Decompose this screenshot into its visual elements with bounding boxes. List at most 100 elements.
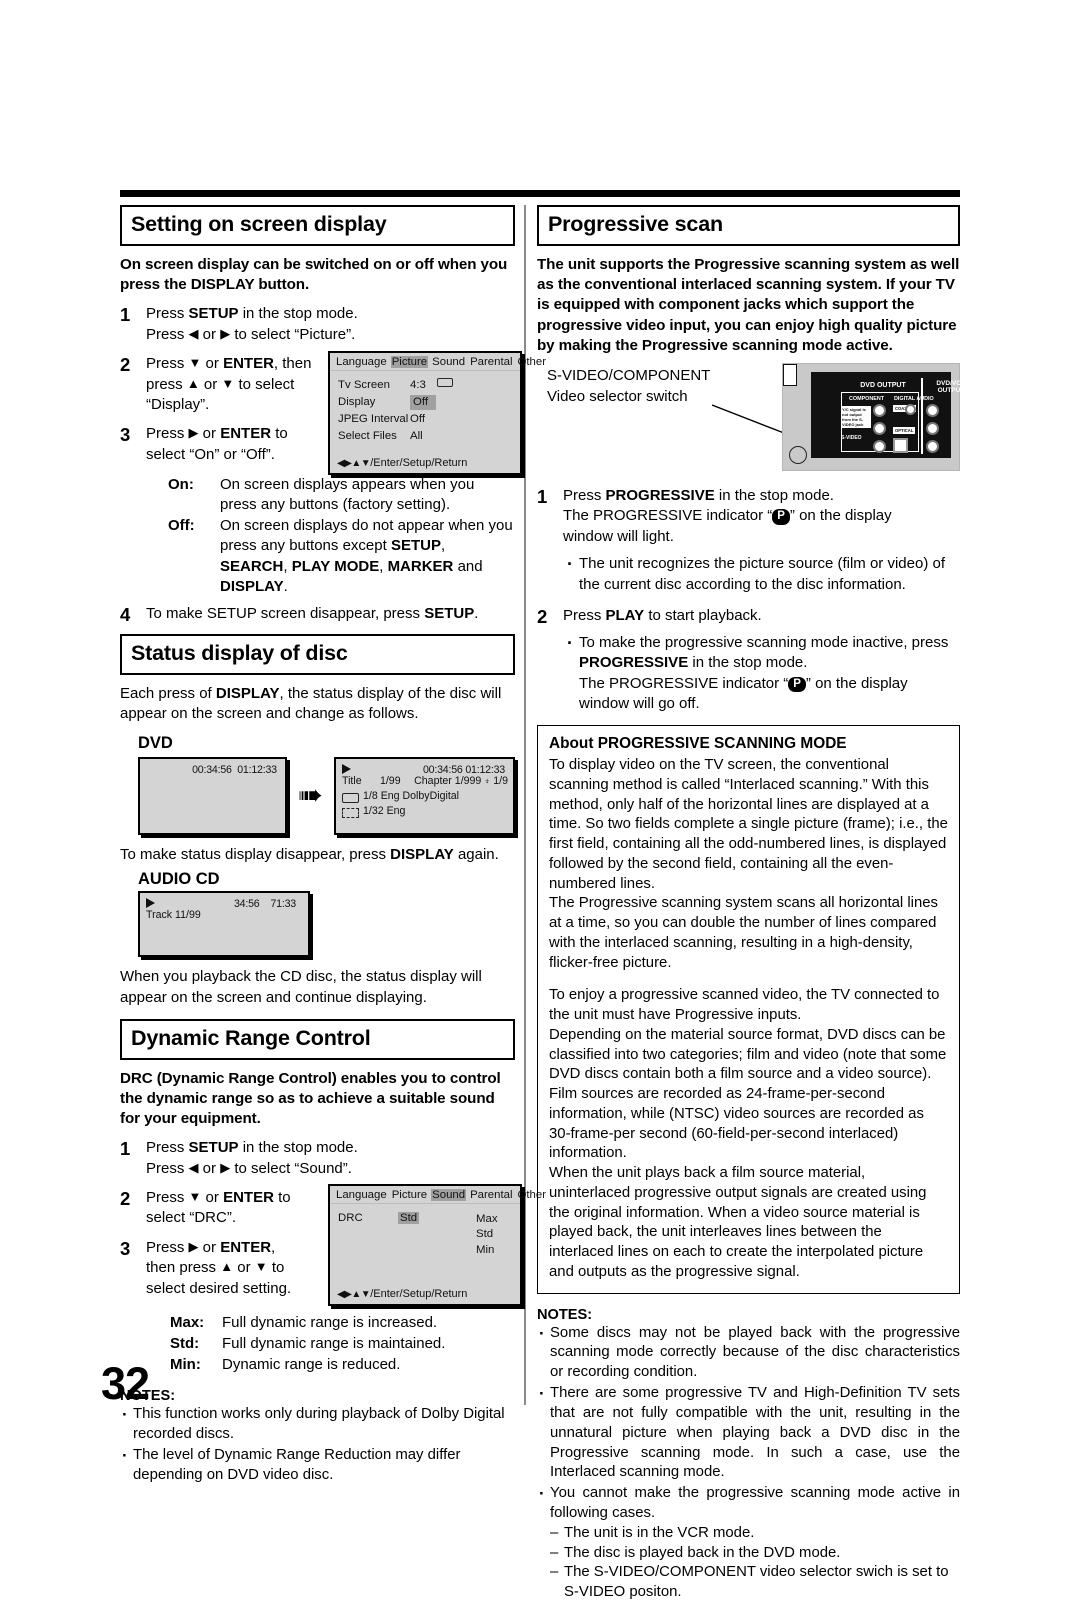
- step2-text-g: “Display”.: [146, 396, 210, 413]
- step-number: 3: [120, 424, 131, 446]
- prog-step-1: 1 Press PROGRESSIVE in the stop mode. Th…: [537, 486, 960, 547]
- drc-s2-b: or: [201, 1189, 224, 1207]
- subtitle-language: Eng: [386, 805, 406, 818]
- step2-text-a: Press: [146, 355, 189, 373]
- osd-tab-language[interactable]: Language: [335, 356, 388, 368]
- step4-text-c: .: [474, 604, 479, 622]
- drc-option-std[interactable]: Std: [476, 1228, 493, 1240]
- prog-s1-progressive: PROGRESSIVE: [605, 487, 715, 505]
- subtitle-icon: [342, 807, 359, 818]
- prog-s1-f: ” on the display: [789, 507, 892, 525]
- osd-row-select-files[interactable]: Select Files All: [338, 429, 520, 444]
- arrow-down-icon: ▼: [221, 375, 235, 391]
- elapsed-time: 00:34:56: [422, 764, 463, 777]
- drc-s2-e: select “DRC”.: [146, 1209, 237, 1227]
- def-off-c: ,: [440, 537, 446, 555]
- osd-row-display[interactable]: Display Off: [338, 395, 520, 411]
- drc-option-max[interactable]: Max: [476, 1212, 498, 1227]
- audio-format: DolbyDigital: [402, 790, 460, 803]
- prog-b2-d: The PROGRESSIVE indicator “: [579, 674, 789, 692]
- prog-s2-a: Press: [563, 606, 606, 624]
- drc-definitions: Max: Full dynamic range is increased. St…: [170, 1313, 515, 1375]
- progressive-indicator-icon: P: [772, 509, 790, 525]
- step3-text-d: select “On” or “Off”.: [146, 445, 275, 463]
- step2-text-f: to select: [234, 375, 295, 393]
- drc-s3-d: ,: [271, 1238, 276, 1256]
- drc-s2-enter: ENTER: [223, 1189, 274, 1207]
- step2-bold-enter: ENTER: [223, 355, 274, 373]
- osd-value-highlighted: Off: [410, 395, 436, 411]
- right-subnote-item: The disc is played back in the DVD mode.: [537, 1544, 960, 1564]
- drc-step-1: 1 Press SETUP in the stop mode. Press ◀ …: [120, 1138, 515, 1179]
- cd-track-row: Track 11/99: [146, 908, 303, 923]
- rear-panel-figure-area: S-VIDEO/COMPONENT Video selector switch …: [537, 363, 966, 477]
- prog-step-2: 2 Press PLAY to start playback.: [537, 606, 960, 627]
- step2-text-e: or: [199, 375, 222, 393]
- about-paragraph-1: To display video on the TV screen, the c…: [549, 757, 948, 892]
- osd-row-tv-screen[interactable]: Tv Screen 4:3: [338, 378, 520, 393]
- s-video-connector-icon: [789, 446, 807, 465]
- osd-tab-sound[interactable]: Sound: [431, 356, 466, 368]
- about-box-heading: About PROGRESSIVE SCANNING MODE: [549, 735, 847, 753]
- osd-tab-parental[interactable]: Parental: [469, 1189, 513, 1201]
- left-notes-heading: NOTES:: [120, 1388, 176, 1405]
- step-number: 1: [120, 304, 131, 326]
- step4-text-a: To make SETUP screen disappear, press: [146, 604, 425, 622]
- column-divider: [524, 205, 526, 1405]
- step-number: 3: [120, 1237, 131, 1259]
- section-heading-status-display-of-disc: Status display of disc: [120, 634, 515, 676]
- prog-s1-a: Press: [563, 487, 606, 505]
- rear-panel-note: Y/C signal is not output from the S-VIDE…: [841, 406, 871, 429]
- osd-tab-picture[interactable]: Picture: [391, 1189, 428, 1201]
- osd-tab-parental[interactable]: Parental: [469, 356, 513, 368]
- osd-body: DRC Std Max Std Min: [330, 1204, 520, 1288]
- prog-bullet-1: The unit recognizes the picture source (…: [563, 552, 960, 595]
- step2-text-b: or: [201, 355, 224, 373]
- definition-std: Std: Full dynamic range is maintained.: [170, 1334, 515, 1354]
- about-paragraph-2: The Progressive scanning system scans al…: [549, 895, 938, 971]
- component-label: COMPONENT: [849, 396, 885, 403]
- osd-row-jpeg-interval[interactable]: JPEG Interval Off: [338, 412, 520, 427]
- progressive-indicator-icon: P: [788, 676, 806, 693]
- osd-tab-sound[interactable]: Sound: [431, 1189, 467, 1202]
- about-progressive-scanning-box: About PROGRESSIVE SCANNING MODE To displ…: [537, 725, 960, 1294]
- step-number: 4: [120, 603, 131, 625]
- arrow-right-icon: ▶: [220, 1159, 231, 1175]
- rear-panel-body: DVD OUTPUT DVD/VCR OUTPUT COMPONENT DIGI…: [811, 372, 966, 459]
- osd-key: Select Files: [338, 430, 397, 443]
- step2-text-d: press: [146, 375, 187, 393]
- def-off-e: ,: [283, 557, 292, 575]
- drc-option-min[interactable]: Min: [476, 1243, 498, 1258]
- dvd-status-box-1: 00:34:56 01:12:33: [138, 757, 287, 836]
- prog-b2-c: in the stop mode.: [688, 654, 808, 672]
- definition-desc: Full dynamic range is increased.: [222, 1313, 438, 1331]
- track-value: Track 11/99: [146, 909, 201, 922]
- drc-s1-f: to select “Sound”.: [230, 1159, 352, 1177]
- title-label: Title: [342, 775, 362, 788]
- drc-s3-b: or: [198, 1238, 221, 1256]
- osd-tab-language[interactable]: Language: [335, 1189, 388, 1201]
- section-heading-progressive-scan: Progressive scan: [537, 205, 960, 246]
- definition-max: Max: Full dynamic range is increased.: [170, 1313, 515, 1333]
- title-value: 1/99: [379, 775, 401, 788]
- drc-s1-c: in the stop mode.: [238, 1139, 358, 1157]
- section2-intro: Each press of DISPLAY, the status displa…: [120, 684, 515, 724]
- step3-bold-enter: ENTER: [220, 425, 272, 443]
- after-cd-text: When you playback the CD disc, the statu…: [120, 968, 482, 1006]
- osd-tab-picture[interactable]: Picture: [390, 356, 429, 369]
- arrow-up-icon: ▲: [220, 1259, 234, 1275]
- arrow-left-icon: ◀: [188, 1159, 199, 1175]
- after-dvd-display: DISPLAY: [390, 846, 454, 864]
- drc-row: DRC Std Max Std Min: [338, 1212, 520, 1258]
- optical-jack: [893, 438, 908, 454]
- component-jack-y: [873, 404, 886, 418]
- drc-current-value[interactable]: Std: [398, 1212, 460, 1258]
- drc-s1-a: Press: [146, 1139, 189, 1157]
- dvd-audio-jack-l: [926, 422, 939, 436]
- step1-text-a: Press: [146, 305, 189, 323]
- about-paragraph-3: To enjoy a progressive scanned video, th…: [549, 987, 940, 1024]
- right-note-item: Some discs may not be played back with t…: [537, 1323, 960, 1383]
- right-subnote-item: The unit is in the VCR mode.: [537, 1524, 960, 1544]
- dvd-status-box-2: 00:34:56 01:12:33 Title 1/99 Chapter 1/9…: [334, 757, 515, 836]
- definition-desc: On screen displays do not appear when yo…: [220, 516, 515, 596]
